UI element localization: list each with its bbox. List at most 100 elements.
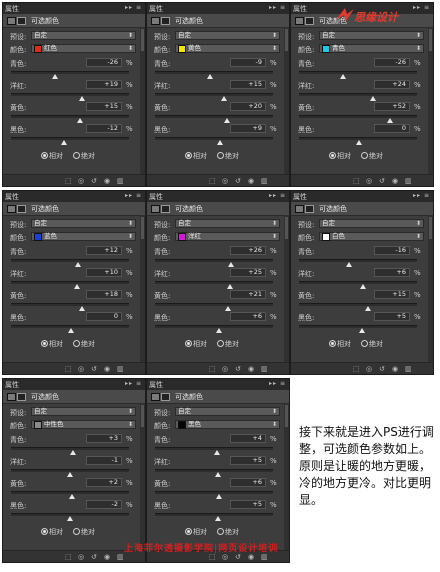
relative-radio[interactable]: [329, 340, 336, 347]
magenta-slider-thumb[interactable]: [227, 284, 233, 289]
magenta-slider-thumb[interactable]: [370, 96, 377, 101]
reset-icon[interactable]: ↺: [91, 365, 97, 373]
tab-properties[interactable]: 属性: [5, 4, 19, 14]
clip-to-layer-icon[interactable]: ⬚: [65, 553, 72, 561]
view-previous-icon[interactable]: ◎: [78, 553, 84, 561]
cyan-slider-track[interactable]: [11, 259, 129, 267]
absolute-radio[interactable]: [217, 340, 224, 347]
view-previous-icon[interactable]: ◎: [222, 553, 228, 561]
yellow-slider-track[interactable]: [155, 303, 273, 311]
clip-to-layer-icon[interactable]: ⬚: [209, 177, 216, 185]
magenta-value-field[interactable]: +19: [86, 80, 122, 89]
absolute-radio[interactable]: [217, 152, 224, 159]
panel-scrollbar[interactable]: [140, 403, 145, 551]
reset-icon[interactable]: ↺: [379, 365, 385, 373]
cyan-value-field[interactable]: -26: [374, 58, 410, 67]
black-slider-thumb[interactable]: [60, 140, 67, 145]
panel-scrollbar[interactable]: [284, 215, 289, 363]
yellow-slider-track[interactable]: [11, 491, 129, 499]
colors-select[interactable]: 黄色 ⬍: [175, 44, 280, 53]
panel-scrollbar[interactable]: [428, 27, 433, 175]
magenta-value-field[interactable]: +24: [374, 80, 410, 89]
absolute-radio[interactable]: [217, 528, 224, 535]
mask-icon[interactable]: [17, 205, 26, 213]
cyan-value-field[interactable]: +4: [230, 434, 266, 443]
yellow-value-field[interactable]: +18: [86, 290, 122, 299]
black-value-field[interactable]: +9: [230, 124, 266, 133]
absolute-radio[interactable]: [361, 152, 368, 159]
black-slider-track[interactable]: [155, 513, 273, 521]
yellow-value-field[interactable]: +2: [86, 478, 122, 487]
magenta-slider-thumb[interactable]: [221, 96, 227, 101]
black-slider-track[interactable]: [299, 137, 417, 145]
reset-icon[interactable]: ↺: [235, 365, 241, 373]
preset-select[interactable]: 自定 ⬍: [319, 31, 424, 40]
relative-radio[interactable]: [41, 340, 48, 347]
panel-menu-icon[interactable]: ▸▸ ≡: [269, 192, 286, 199]
panel-scrollbar[interactable]: [284, 27, 289, 175]
panel-menu-icon[interactable]: ▸▸ ≡: [413, 192, 430, 199]
black-value-field[interactable]: 0: [374, 124, 410, 133]
tab-properties[interactable]: 属性: [149, 380, 163, 390]
black-slider-thumb[interactable]: [68, 328, 74, 333]
cyan-slider-thumb[interactable]: [340, 74, 347, 79]
yellow-slider-track[interactable]: [299, 115, 417, 123]
magenta-slider-track[interactable]: [155, 469, 273, 477]
preset-select[interactable]: 自定 ⬍: [31, 219, 136, 228]
mask-icon[interactable]: [305, 205, 314, 213]
tab-properties[interactable]: 属性: [293, 192, 307, 202]
cyan-slider-thumb[interactable]: [227, 262, 234, 267]
magenta-slider-thumb[interactable]: [79, 96, 86, 101]
panel-scrollbar[interactable]: [140, 27, 145, 175]
black-value-field[interactable]: -2: [86, 500, 122, 509]
visibility-eye-icon[interactable]: ◉: [248, 177, 254, 185]
cyan-slider-track[interactable]: [299, 71, 417, 79]
cyan-value-field[interactable]: +3: [86, 434, 122, 443]
yellow-value-field[interactable]: +15: [374, 290, 410, 299]
tab-properties[interactable]: 属性: [5, 380, 19, 390]
black-value-field[interactable]: -12: [86, 124, 122, 133]
black-slider-track[interactable]: [299, 325, 417, 333]
panel-scrollbar[interactable]: [284, 403, 289, 551]
magenta-slider-track[interactable]: [11, 281, 129, 289]
delete-trash-icon[interactable]: ▥: [261, 177, 268, 185]
yellow-slider-thumb[interactable]: [387, 118, 394, 123]
delete-trash-icon[interactable]: ▥: [117, 553, 124, 561]
view-previous-icon[interactable]: ◎: [366, 365, 372, 373]
clip-to-layer-icon[interactable]: ⬚: [65, 177, 72, 185]
tab-properties[interactable]: 属性: [5, 192, 19, 202]
yellow-slider-thumb[interactable]: [77, 118, 83, 123]
magenta-value-field[interactable]: +6: [374, 268, 410, 277]
cyan-value-field[interactable]: -16: [374, 246, 410, 255]
preset-select[interactable]: 自定 ⬍: [175, 407, 280, 416]
magenta-slider-thumb[interactable]: [67, 472, 74, 477]
view-previous-icon[interactable]: ◎: [222, 365, 228, 373]
panel-menu-icon[interactable]: ▸▸ ≡: [413, 4, 430, 11]
black-slider-track[interactable]: [155, 137, 273, 145]
delete-trash-icon[interactable]: ▥: [117, 177, 124, 185]
clip-to-layer-icon[interactable]: ⬚: [353, 177, 360, 185]
mask-icon[interactable]: [305, 17, 314, 25]
relative-radio[interactable]: [41, 528, 48, 535]
panel-scrollbar[interactable]: [140, 215, 145, 363]
yellow-value-field[interactable]: +6: [230, 478, 266, 487]
yellow-slider-track[interactable]: [11, 115, 129, 123]
view-previous-icon[interactable]: ◎: [366, 177, 372, 185]
view-previous-icon[interactable]: ◎: [78, 177, 84, 185]
mask-icon[interactable]: [161, 17, 170, 25]
panel-menu-icon[interactable]: ▸▸ ≡: [269, 380, 286, 387]
magenta-slider-track[interactable]: [299, 281, 417, 289]
reset-icon[interactable]: ↺: [235, 177, 241, 185]
magenta-slider-track[interactable]: [155, 93, 273, 101]
cyan-slider-thumb[interactable]: [75, 262, 82, 267]
cyan-slider-track[interactable]: [11, 71, 129, 79]
cyan-value-field[interactable]: +12: [86, 246, 122, 255]
black-slider-track[interactable]: [11, 137, 129, 145]
clip-to-layer-icon[interactable]: ⬚: [353, 365, 360, 373]
black-slider-thumb[interactable]: [215, 328, 222, 333]
visibility-eye-icon[interactable]: ◉: [248, 553, 254, 561]
magenta-value-field[interactable]: +10: [86, 268, 122, 277]
yellow-slider-track[interactable]: [11, 303, 129, 311]
reset-icon[interactable]: ↺: [379, 177, 385, 185]
tab-properties[interactable]: 属性: [149, 192, 163, 202]
